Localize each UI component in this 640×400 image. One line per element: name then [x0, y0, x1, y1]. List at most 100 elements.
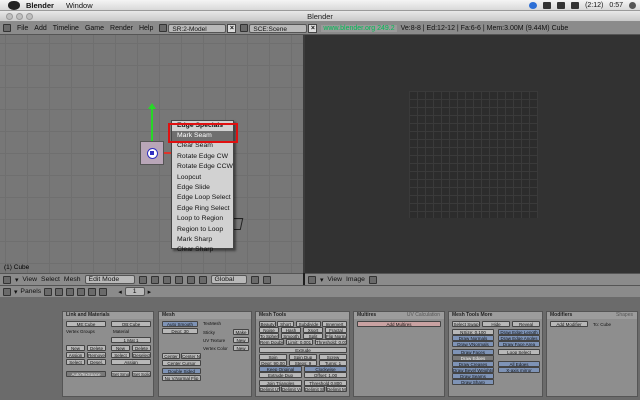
autotexspace-button[interactable]: AutoTexSpace: [66, 371, 106, 377]
limit-field[interactable]: Limit: 0.001: [286, 339, 313, 345]
draw-face-area-toggle[interactable]: Draw Face Area: [498, 341, 540, 347]
extrude-button[interactable]: Extrude: [259, 347, 347, 353]
draw-sharp-toggle[interactable]: Draw Sharp: [452, 379, 494, 385]
hide-button[interactable]: Hide: [482, 321, 510, 327]
window-zoom-button[interactable]: [26, 13, 33, 20]
vertex-color-new-button[interactable]: New: [233, 345, 249, 351]
modifiers-tab[interactable]: Modifiers: [550, 312, 572, 319]
no-vnormal-flip-toggle[interactable]: No V.Normal Flip: [162, 375, 201, 381]
scene-browse-icon[interactable]: [240, 24, 249, 32]
vertex-select-icon[interactable]: [250, 275, 259, 284]
window-close-button[interactable]: [6, 13, 13, 20]
object-context-icon[interactable]: [77, 287, 86, 296]
transform-manipulator-center[interactable]: [147, 148, 158, 159]
bluetooth-icon[interactable]: [543, 2, 552, 9]
rotate-icon[interactable]: [186, 275, 195, 284]
shading-context-icon[interactable]: [66, 287, 75, 296]
status-icon[interactable]: [529, 2, 538, 9]
sticky-make-button[interactable]: Make: [233, 329, 249, 335]
menu-game[interactable]: Game: [85, 25, 104, 32]
delimit-mat-toggle[interactable]: Delimit Mat: [326, 386, 347, 392]
orientation-select[interactable]: Global: [210, 275, 247, 284]
vgroup-remove-button[interactable]: Remove: [87, 352, 106, 358]
material-index-field[interactable]: 1 Mat 1: [111, 337, 151, 343]
collapse-arrow-icon-2[interactable]: ▾: [320, 276, 323, 284]
logic-context-icon[interactable]: [44, 287, 53, 296]
auto-smooth-toggle[interactable]: Auto Smooth: [162, 321, 198, 327]
menu-item-rotate-edge-ccw[interactable]: Rotate Edge CCW: [172, 162, 233, 172]
vgroup-delete-button[interactable]: Delete: [87, 345, 106, 351]
window-minimize-button[interactable]: [16, 13, 23, 20]
rem-doubles-button[interactable]: Rem Doubles: [259, 339, 284, 345]
menu-item-loopcut[interactable]: Loopcut: [172, 173, 233, 183]
app-menu-blender[interactable]: Blender: [26, 1, 54, 10]
frame-prev-icon[interactable]: ◂: [118, 288, 121, 296]
menu-item-clear-sharp[interactable]: Clear Sharp: [172, 245, 233, 255]
threshold-field[interactable]: Threshold: 0.010: [315, 339, 347, 345]
manipulator-toggle-icon[interactable]: [162, 275, 171, 284]
double-sided-toggle[interactable]: Double Sided: [162, 368, 201, 374]
menu-file[interactable]: File: [17, 25, 28, 32]
menu-view[interactable]: View: [22, 276, 37, 283]
frame-next-icon[interactable]: ▸: [148, 288, 151, 296]
menu-mesh[interactable]: Mesh: [64, 276, 81, 283]
delimit-vcol-toggle[interactable]: Delimit Vcol: [281, 386, 302, 392]
apple-icon[interactable]: [8, 0, 20, 10]
x-axis-mirror-toggle[interactable]: X-axis mirror: [498, 367, 540, 373]
editing-context-icon[interactable]: [88, 287, 97, 296]
menu-timeline[interactable]: Timeline: [53, 25, 79, 32]
uv-calculation-tab[interactable]: UV Calculation: [407, 312, 440, 319]
menu-item-mark-sharp[interactable]: Mark Sharp: [172, 235, 233, 245]
menu-render[interactable]: Render: [110, 25, 133, 32]
spotlight-icon[interactable]: [629, 2, 636, 9]
menu-window[interactable]: Window: [66, 1, 93, 10]
add-modifier-button[interactable]: Add Modifier: [550, 321, 588, 327]
object-name-field[interactable]: OB:Cube: [111, 321, 151, 327]
menu-item-edge-ring-select[interactable]: Edge Ring Select: [172, 204, 233, 214]
pivot-icon[interactable]: [150, 275, 159, 284]
delimit-uvs-toggle[interactable]: Delimit UVs: [259, 386, 280, 392]
menu-item-edge-slide[interactable]: Edge Slide: [172, 183, 233, 193]
clock[interactable]: 0:57: [609, 2, 623, 9]
volume-icon[interactable]: [571, 2, 580, 9]
wifi-icon[interactable]: [557, 2, 566, 9]
collapse-arrow-icon-3[interactable]: ▾: [14, 288, 17, 296]
vgroup-deselect-button[interactable]: Desel.: [87, 359, 106, 365]
menu-add[interactable]: Add: [34, 25, 46, 32]
menu-item-rotate-edge-cw[interactable]: Rotate Edge CW: [172, 152, 233, 162]
collapse-arrow-icon[interactable]: ▾: [15, 276, 18, 284]
mode-select[interactable]: Edit Mode: [84, 275, 135, 284]
menu-select[interactable]: Select: [41, 276, 60, 283]
menu-view-image-editor[interactable]: View: [327, 276, 342, 283]
script-context-icon[interactable]: [55, 287, 64, 296]
uv-grid[interactable]: [409, 91, 538, 218]
reveal-button[interactable]: Reveal: [512, 321, 540, 327]
screen-delete-button[interactable]: ×: [227, 23, 237, 33]
menu-item-loop-to-region[interactable]: Loop to Region: [172, 214, 233, 224]
edge-select-icon[interactable]: [262, 275, 271, 284]
material-deselect-button[interactable]: Deselect: [132, 352, 151, 358]
add-multires-button[interactable]: Add Multires: [357, 321, 441, 327]
shapes-tab[interactable]: Shapes: [616, 312, 633, 319]
translate-icon[interactable]: [174, 275, 183, 284]
vgroup-assign-button[interactable]: Assign: [66, 352, 85, 358]
cube-mesh[interactable]: [140, 141, 164, 165]
center-button[interactable]: Center: [162, 353, 180, 359]
scale-icon[interactable]: [198, 275, 207, 284]
multires-tab[interactable]: Multires: [357, 312, 376, 319]
material-delete-button[interactable]: Delete: [132, 345, 151, 351]
delimit-sharp-toggle[interactable]: Delimit Sharp: [304, 386, 325, 392]
extrude-dup-button[interactable]: Extrude Dup: [259, 372, 302, 378]
editor-type-icon-2[interactable]: [308, 275, 316, 284]
loop-select-menu[interactable]: Loop Select: [498, 349, 540, 355]
scene-field[interactable]: SCE:Scene: [249, 23, 308, 33]
draw-vnormals-toggle[interactable]: Draw VNormals: [452, 341, 494, 347]
set-smooth-button[interactable]: Set Smooth: [111, 371, 130, 377]
scene-context-icon[interactable]: [99, 287, 108, 296]
vgroup-new-button[interactable]: New: [66, 345, 85, 351]
mesh-name-field[interactable]: ME:Cube: [66, 321, 106, 327]
material-new-button[interactable]: New: [111, 345, 130, 351]
menu-item-edge-loop-select[interactable]: Edge Loop Select: [172, 193, 233, 203]
draw-type-icon[interactable]: [138, 275, 147, 284]
image-browse-icon[interactable]: [368, 275, 377, 284]
